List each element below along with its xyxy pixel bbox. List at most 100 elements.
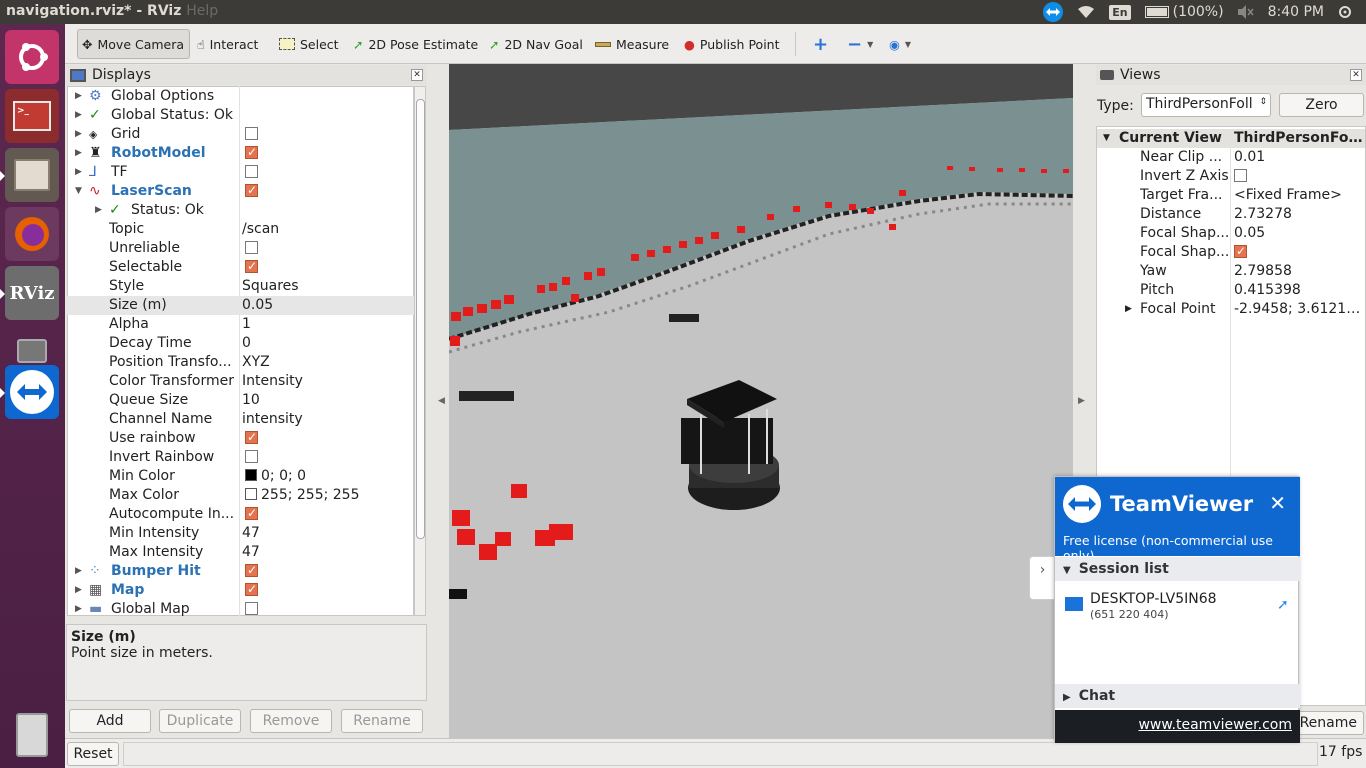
robotmodel-checkbox[interactable]: [245, 143, 258, 162]
terminal-icon[interactable]: >_: [5, 89, 59, 143]
autocompute-checkbox[interactable]: [245, 504, 258, 523]
pose-estimate-button[interactable]: ➚ 2D Pose Estimate: [349, 29, 482, 59]
max-color-swatch[interactable]: [245, 488, 257, 500]
displays-scrollbar[interactable]: [414, 86, 426, 616]
unreliable-checkbox[interactable]: [245, 240, 258, 254]
tree-row-tf[interactable]: ▶ ⅃ TF: [67, 163, 414, 182]
right-splitter-arrow-icon[interactable]: ▶: [1078, 396, 1085, 406]
grid-checkbox[interactable]: [245, 126, 258, 140]
clock[interactable]: 8:40 PM: [1268, 4, 1324, 20]
views-rename-button[interactable]: Rename: [1290, 711, 1364, 735]
prop-row[interactable]: Style Squares: [67, 277, 414, 296]
remove-tool-minus-icon[interactable]: − ▼: [843, 29, 877, 59]
prop-row[interactable]: Channel Name intensity: [67, 410, 414, 429]
prop-row[interactable]: Alpha 1: [67, 315, 414, 334]
trash-icon[interactable]: [5, 708, 59, 762]
tree-row-status-ok[interactable]: ▶ ✓ Status: Ok: [67, 201, 414, 220]
view-prop-row[interactable]: Distance 2.73278: [1097, 205, 1365, 224]
tree-row-map[interactable]: ▶ ▦ Map: [67, 580, 414, 600]
rviz-icon[interactable]: RViz: [0, 266, 59, 320]
view-prop-row[interactable]: Invert Z Axis: [1097, 167, 1365, 186]
min-color-swatch[interactable]: [245, 469, 257, 481]
view-prop-row[interactable]: ▶ Focal Point -2.9458; 3.6121; ...: [1097, 300, 1365, 319]
invert-z-checkbox[interactable]: [1234, 168, 1247, 182]
reset-button[interactable]: Reset: [67, 742, 119, 766]
prop-row[interactable]: Unreliable: [67, 239, 414, 258]
view-type-select[interactable]: ThirdPersonFoll ⇕: [1141, 93, 1271, 117]
firefox-icon[interactable]: [5, 207, 59, 261]
wifi-icon[interactable]: [1077, 5, 1095, 19]
teamviewer-collapse-tab[interactable]: ›: [1029, 556, 1055, 600]
zero-button[interactable]: Zero: [1279, 93, 1364, 117]
prop-row[interactable]: Max Intensity 47: [67, 543, 414, 562]
prop-row[interactable]: Max Color 255; 255; 255: [67, 486, 414, 505]
view-prop-row[interactable]: Near Clip ... 0.01: [1097, 148, 1365, 167]
prop-row-selected[interactable]: Size (m) 0.05: [67, 296, 414, 315]
connect-arrow-icon[interactable]: ➚: [1277, 597, 1289, 613]
map-checkbox[interactable]: [245, 580, 258, 599]
prop-row[interactable]: Decay Time 0: [67, 334, 414, 353]
publish-point-button[interactable]: ● Publish Point: [680, 29, 784, 59]
prop-row[interactable]: Invert Rainbow: [67, 448, 414, 467]
select-button[interactable]: Select: [275, 29, 343, 59]
tree-row-global-options[interactable]: ▶ ⚙ Global Options: [67, 87, 414, 106]
volume-muted-icon[interactable]: [1237, 5, 1254, 19]
tree-row-laserscan[interactable]: ▼ ∿ LaserScan: [67, 181, 414, 201]
prop-row[interactable]: Position Transfo... XYZ: [67, 353, 414, 372]
nav-goal-button[interactable]: ➚ 2D Nav Goal: [485, 29, 587, 59]
selectable-checkbox[interactable]: [245, 257, 258, 276]
3d-viewport[interactable]: [449, 64, 1073, 738]
displays-close-icon[interactable]: ✕: [411, 69, 423, 81]
view-prop-row[interactable]: Target Fra... <Fixed Frame>: [1097, 186, 1365, 205]
chat-section-header[interactable]: ▶ Chat: [1055, 684, 1300, 708]
view-prop-row[interactable]: Focal Shap...: [1097, 243, 1365, 262]
current-view-row[interactable]: ▼ Current View ThirdPersonFol...: [1097, 129, 1365, 148]
ubuntu-dash-icon[interactable]: [5, 30, 59, 84]
tree-row-robotmodel[interactable]: ▶ ♜ RobotModel: [67, 143, 414, 163]
teamviewer-launcher-icon[interactable]: [0, 365, 59, 419]
close-icon[interactable]: ✕: [1269, 491, 1286, 515]
add-tool-plus-icon[interactable]: +: [809, 29, 832, 59]
laserscan-checkbox[interactable]: [245, 181, 258, 200]
move-camera-button[interactable]: ✥ Move Camera: [77, 29, 190, 59]
duplicate-button[interactable]: Duplicate: [159, 709, 241, 733]
tree-row-grid[interactable]: ▶ ◈ Grid: [67, 125, 414, 144]
rename-button[interactable]: Rename: [341, 709, 423, 733]
prop-row[interactable]: Selectable: [67, 257, 414, 277]
add-button[interactable]: Add: [69, 709, 151, 733]
focal-shape-checkbox[interactable]: [1234, 243, 1247, 261]
interact-button[interactable]: ☝ Interact: [193, 29, 262, 59]
global-map-checkbox[interactable]: [245, 601, 258, 615]
measure-button[interactable]: Measure: [591, 29, 673, 59]
teamviewer-tray-icon[interactable]: [1043, 2, 1064, 22]
left-splitter-arrow-icon[interactable]: ◀: [438, 396, 445, 406]
view-prop-row[interactable]: Focal Shap... 0.05: [1097, 224, 1365, 243]
tf-checkbox[interactable]: [245, 164, 258, 178]
prop-row[interactable]: Use rainbow: [67, 428, 414, 448]
eye-icon[interactable]: ◉ ▼: [885, 29, 915, 59]
teamviewer-link[interactable]: www.teamviewer.com: [1138, 717, 1292, 733]
prop-row[interactable]: Color Transformer Intensity: [67, 372, 414, 391]
remove-button[interactable]: Remove: [250, 709, 332, 733]
session-list-header[interactable]: ▼ Session list: [1055, 557, 1300, 581]
tree-row-global-map[interactable]: ▶ ▬ Global Map: [67, 600, 414, 616]
prop-row[interactable]: Autocompute In...: [67, 504, 414, 524]
menu-help[interactable]: Help: [186, 3, 218, 19]
prop-row[interactable]: Min Color 0; 0; 0: [67, 467, 414, 486]
tree-row-bumper-hit[interactable]: ▶ ⁘ Bumper Hit: [67, 561, 414, 581]
invert-rainbow-checkbox[interactable]: [245, 449, 258, 463]
prop-row[interactable]: Min Intensity 47: [67, 524, 414, 543]
view-prop-row[interactable]: Pitch 0.415398: [1097, 281, 1365, 300]
view-prop-row[interactable]: Yaw 2.79858: [1097, 262, 1365, 281]
use-rainbow-checkbox[interactable]: [245, 428, 258, 447]
views-close-icon[interactable]: ✕: [1350, 69, 1362, 81]
battery-indicator[interactable]: (100%): [1144, 4, 1224, 20]
power-gear-icon[interactable]: [1338, 5, 1352, 19]
keyboard-layout-indicator[interactable]: En: [1109, 4, 1131, 20]
files-icon[interactable]: [0, 148, 59, 202]
tree-row-global-status[interactable]: ▶ ✓ Global Status: Ok: [67, 106, 414, 125]
prop-row[interactable]: Queue Size 10: [67, 391, 414, 410]
prop-row[interactable]: Topic/scan: [67, 220, 414, 239]
device-name[interactable]: DESKTOP-LV5IN68: [1090, 591, 1217, 607]
bumper-hit-checkbox[interactable]: [245, 561, 258, 580]
